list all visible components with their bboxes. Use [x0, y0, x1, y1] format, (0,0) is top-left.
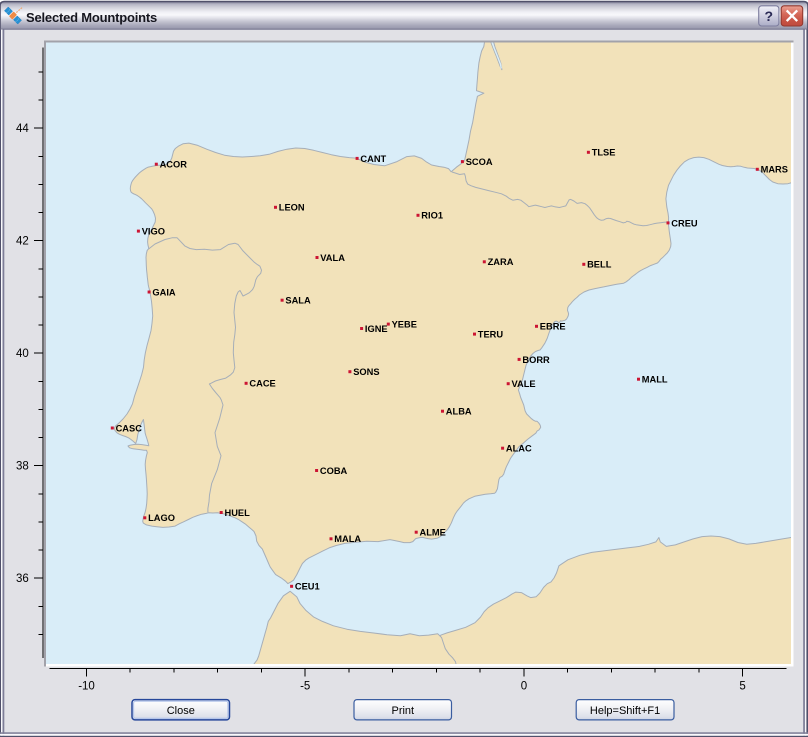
svg-text:VALE: VALE — [512, 379, 536, 389]
svg-text:CANT: CANT — [360, 154, 386, 164]
svg-text:SCOA: SCOA — [466, 157, 493, 167]
svg-text:VALA: VALA — [320, 253, 345, 263]
svg-text:MALA: MALA — [334, 534, 361, 544]
svg-text:0: 0 — [521, 681, 527, 693]
svg-text:44: 44 — [16, 123, 29, 135]
svg-text:BELL: BELL — [587, 260, 612, 270]
svg-text:ACOR: ACOR — [160, 160, 188, 170]
svg-text:-5: -5 — [300, 681, 310, 693]
svg-text:MARS: MARS — [761, 165, 788, 175]
svg-text:ALBA: ALBA — [446, 407, 472, 417]
svg-text:-10: -10 — [78, 681, 95, 693]
svg-text:Close: Close — [167, 705, 195, 717]
svg-text:36: 36 — [16, 573, 29, 585]
svg-text:GAIA: GAIA — [152, 287, 176, 297]
svg-text:TERU: TERU — [478, 330, 504, 340]
svg-text:CACE: CACE — [249, 379, 275, 389]
svg-text:LAGO: LAGO — [148, 513, 175, 523]
svg-text:VIGO: VIGO — [142, 227, 165, 237]
svg-text:COBA: COBA — [320, 466, 348, 476]
svg-text:?: ? — [765, 8, 774, 24]
svg-text:38: 38 — [16, 461, 29, 473]
svg-text:HUEL: HUEL — [225, 508, 251, 518]
svg-text:ALAC: ALAC — [506, 444, 532, 454]
svg-text:CEU1: CEU1 — [295, 582, 320, 592]
svg-text:RIO1: RIO1 — [421, 211, 443, 221]
svg-text:EBRE: EBRE — [540, 322, 566, 332]
svg-text:Selected Mountpoints: Selected Mountpoints — [26, 10, 157, 25]
svg-text:BORR: BORR — [522, 355, 550, 365]
svg-text:ZARA: ZARA — [488, 257, 514, 267]
svg-text:TLSE: TLSE — [592, 148, 616, 158]
svg-text:Help=Shift+F1: Help=Shift+F1 — [590, 705, 660, 717]
svg-text:Print: Print — [391, 705, 414, 717]
svg-text:5: 5 — [739, 681, 745, 693]
svg-text:42: 42 — [16, 236, 29, 248]
svg-text:40: 40 — [16, 348, 29, 360]
svg-text:MALL: MALL — [642, 375, 668, 385]
svg-text:YEBE: YEBE — [392, 320, 417, 330]
svg-text:SONS: SONS — [353, 367, 379, 377]
svg-text:ALME: ALME — [420, 528, 446, 538]
svg-text:LEON: LEON — [279, 203, 305, 213]
svg-text:IGNE: IGNE — [365, 324, 388, 334]
svg-text:CREU: CREU — [671, 218, 698, 228]
svg-text:CASC: CASC — [116, 423, 143, 433]
svg-text:SALA: SALA — [285, 296, 311, 306]
